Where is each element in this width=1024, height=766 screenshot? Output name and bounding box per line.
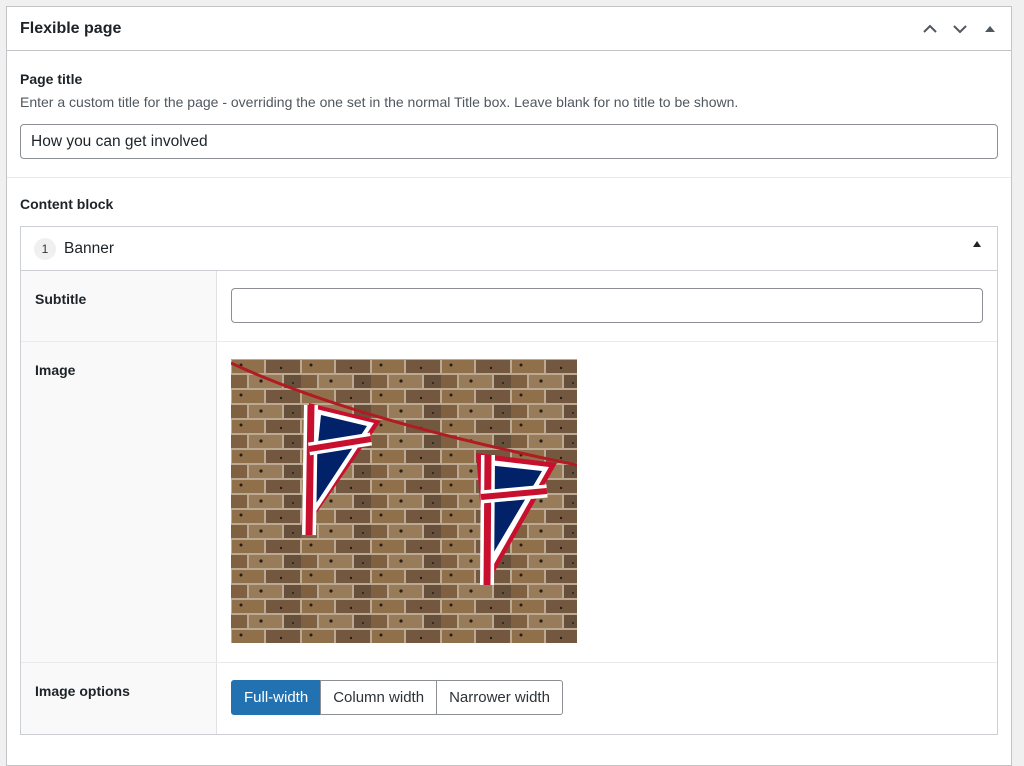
narrower-width-option[interactable]: Narrower width [436,680,563,715]
full-width-option[interactable]: Full-width [231,680,322,715]
image-options-cell: Full-width Column width Narrower width [217,663,997,734]
image-options-row: Image options Full-width Column width Na… [21,663,997,734]
subtitle-input[interactable] [231,288,983,323]
handle-actions [915,7,1011,50]
bunting-photo [231,359,577,643]
metabox-header: Flexible page [7,7,1011,51]
collapse-caret-icon[interactable] [973,241,981,247]
move-down-button[interactable] [945,11,975,47]
content-block-field: Content block 1 Banner Subtitle Image Im… [7,178,1011,735]
layout-order-badge: 1 [34,237,56,260]
subtitle-input-cell [217,271,997,341]
page-title-value: How you can get involved [31,132,208,150]
move-up-button[interactable] [915,11,945,47]
caret-up-icon [985,25,995,32]
flexible-page-metabox: Flexible page Page title Enter a custom … [6,6,1012,766]
page-title-description: Enter a custom title for the page - over… [20,94,739,110]
layout-name: Banner [64,239,114,257]
content-block-label: Content block [20,196,114,212]
banner-layout: 1 Banner Subtitle Image Image options Fu… [20,226,998,735]
page-title-input[interactable]: How you can get involved [20,124,998,159]
subtitle-row: Subtitle [21,271,997,342]
image-options-button-group: Full-width Column width Narrower width [231,680,983,715]
image-options-label: Image options [21,663,217,734]
page-title-label: Page title [20,71,83,87]
page-title-field: Page title Enter a custom title for the … [7,51,1011,178]
banner-image[interactable] [231,359,577,643]
metabox-title: Flexible page [20,19,122,37]
column-width-option[interactable]: Column width [320,680,438,715]
chevron-down-icon [953,24,967,33]
toggle-panel-button[interactable] [975,11,1005,47]
image-label: Image [21,342,217,662]
image-cell [217,342,997,662]
chevron-up-icon [923,24,937,33]
image-row: Image [21,342,997,663]
layout-handle[interactable]: 1 Banner [21,227,997,271]
subtitle-label: Subtitle [21,271,217,341]
